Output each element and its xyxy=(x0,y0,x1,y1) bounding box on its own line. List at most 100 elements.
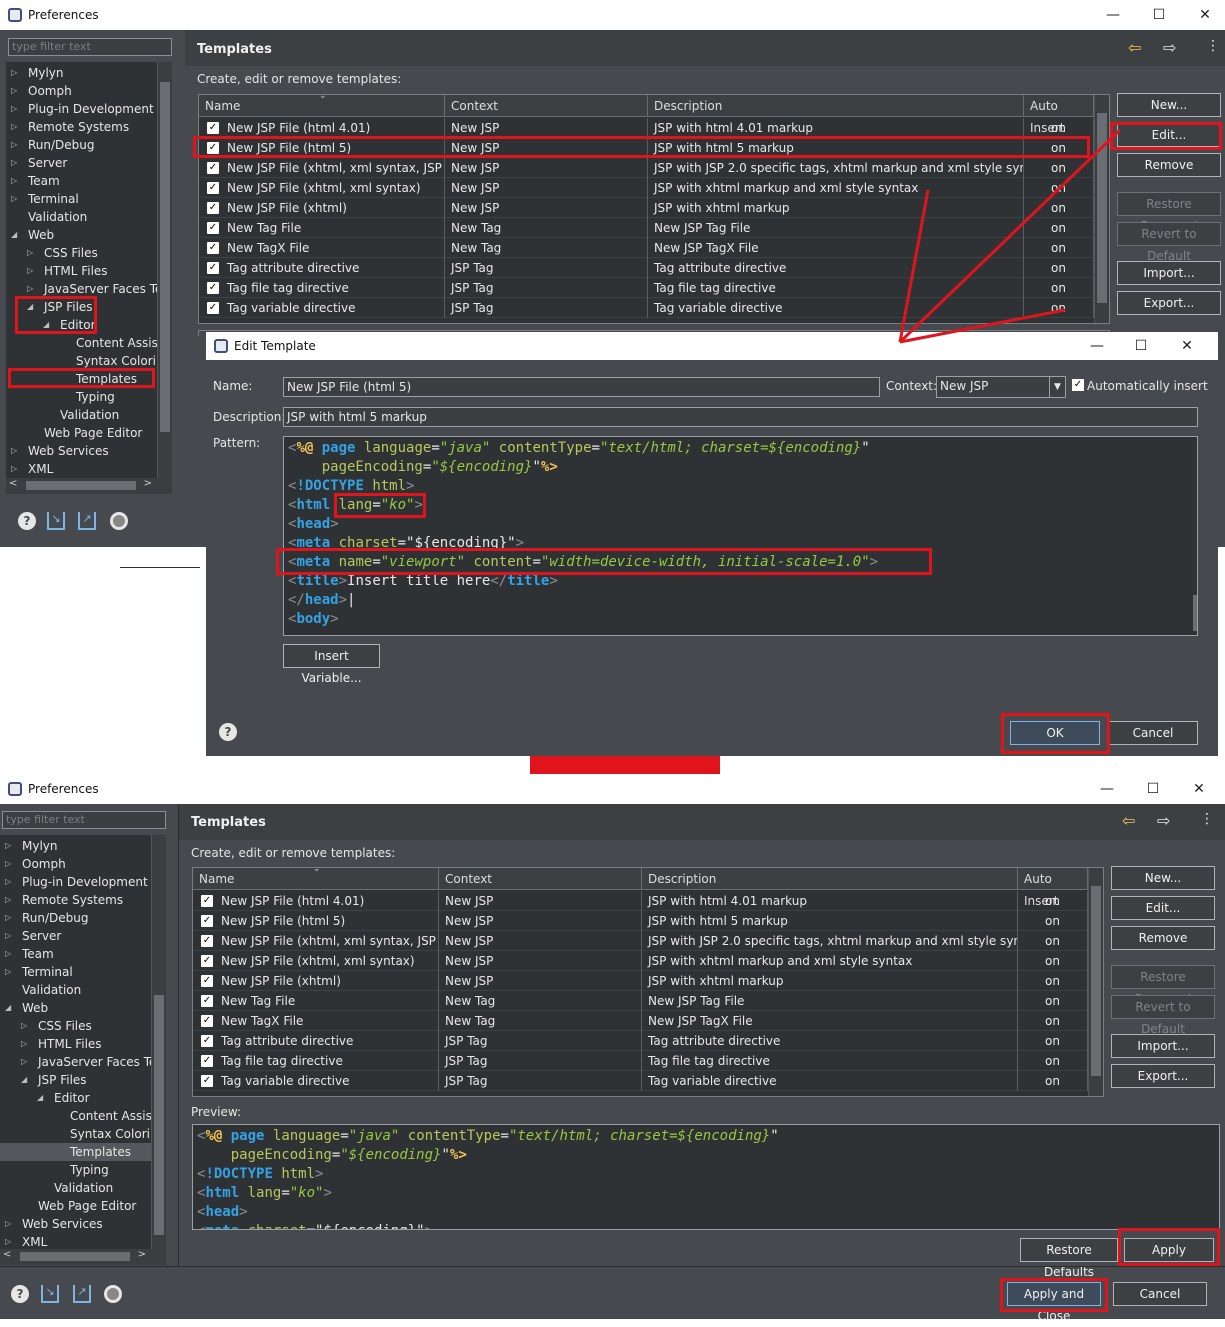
bottom-import-prefs-icon[interactable]: ↘ xyxy=(41,1285,59,1303)
remove-button[interactable]: Remove xyxy=(1117,153,1221,177)
row-checkbox[interactable]: ✓ xyxy=(201,955,213,967)
tree-item[interactable]: ▷ Mylyn xyxy=(0,837,166,855)
table-row[interactable]: ✓ New JSP File (xhtml, xml syntax) New JSP… xyxy=(193,951,1088,971)
tree-item[interactable]: ▷ Terminal xyxy=(6,190,172,208)
tree-item[interactable]: ▷ Terminal xyxy=(0,963,166,981)
top-tree-scrollbar[interactable] xyxy=(157,62,172,478)
minimize-icon[interactable]: — xyxy=(1090,0,1136,30)
name-field[interactable]: New JSP File (html 5) xyxy=(283,377,880,397)
tree-item[interactable]: Syntax Colorin xyxy=(0,1125,166,1143)
tree-item[interactable]: Validation xyxy=(0,981,166,999)
tree-expander-icon[interactable]: ▷ xyxy=(11,118,17,136)
tree-item[interactable]: ▷ HTML Files xyxy=(0,1035,166,1053)
tree-expander-icon[interactable]: ▷ xyxy=(11,442,17,460)
row-checkbox[interactable]: ✓ xyxy=(201,1035,213,1047)
close-icon[interactable]: ✕ xyxy=(1182,0,1225,30)
table-row[interactable]: ✓ New TagX File New Tag New JSP TagX File on xyxy=(193,1011,1088,1031)
tree-item[interactable]: ▷ XML xyxy=(6,460,172,478)
tree-expander-icon[interactable]: ▷ xyxy=(27,262,33,280)
tree-item[interactable]: ▷ Web Services xyxy=(6,442,172,460)
export-button[interactable]: Export... xyxy=(1111,1064,1215,1088)
tree-item[interactable]: ▷ Oomph xyxy=(0,855,166,873)
row-checkbox[interactable]: ✓ xyxy=(207,202,219,214)
tree-item[interactable]: Content Assist xyxy=(6,334,172,352)
tree-expander-icon[interactable]: ◢ xyxy=(11,226,17,244)
dialog-help-icon[interactable]: ? xyxy=(219,723,237,741)
bottom-export-prefs-icon[interactable]: ↗ xyxy=(73,1285,91,1303)
tree-expander-icon[interactable]: ▷ xyxy=(5,927,11,945)
tree-expander-icon[interactable]: ▷ xyxy=(5,909,11,927)
row-checkbox[interactable]: ✓ xyxy=(207,142,219,154)
column-header[interactable]: Context xyxy=(439,868,642,890)
revert-to-default-button[interactable]: Revert to Default xyxy=(1117,222,1221,263)
table-scrollbar[interactable] xyxy=(1088,868,1103,1096)
tree-item[interactable]: Web Page Editor xyxy=(0,1197,166,1215)
tree-item[interactable]: ▷ CSS Files xyxy=(0,1017,166,1035)
tree-item[interactable]: Validation xyxy=(6,406,172,424)
tree-item[interactable]: ▷ Run/Debug xyxy=(0,909,166,927)
tree-item[interactable]: Typing xyxy=(6,388,172,406)
revert-to-default-button[interactable]: Revert to Default xyxy=(1111,995,1215,1036)
tree-item[interactable]: Validation xyxy=(0,1179,166,1197)
table-row[interactable]: ✓ Tag attribute directive JSP Tag Tag attri… xyxy=(193,1031,1088,1051)
bottom-record-icon[interactable] xyxy=(104,1285,122,1303)
tree-expander-icon[interactable]: ▷ xyxy=(5,837,11,855)
column-header[interactable]: Context xyxy=(445,95,648,117)
row-checkbox[interactable]: ✓ xyxy=(207,242,219,254)
column-header[interactable]: Auto Insert xyxy=(1024,95,1094,135)
tree-expander-icon[interactable]: ▷ xyxy=(11,154,17,172)
context-select[interactable]: New JSP ▼ xyxy=(936,376,1066,398)
tree-item[interactable]: Templates xyxy=(6,370,172,388)
tree-item[interactable]: Web Page Editor xyxy=(6,424,172,442)
row-checkbox[interactable]: ✓ xyxy=(201,915,213,927)
tree-expander-icon[interactable]: ◢ xyxy=(27,298,33,316)
tree-item[interactable]: Validation xyxy=(6,208,172,226)
row-checkbox[interactable]: ✓ xyxy=(201,1015,213,1027)
bottom-minimize-icon[interactable]: — xyxy=(1084,774,1130,804)
dialog-close-icon[interactable]: ✕ xyxy=(1164,332,1210,360)
row-checkbox[interactable]: ✓ xyxy=(201,975,213,987)
tree-item[interactable]: Typing xyxy=(0,1161,166,1179)
remove-button[interactable]: Remove xyxy=(1111,926,1215,950)
tree-item[interactable]: ▷ Server xyxy=(0,927,166,945)
tree-item[interactable]: ▷ Server xyxy=(6,154,172,172)
bottom-close-icon[interactable]: ✕ xyxy=(1176,774,1222,804)
tree-item[interactable]: ▷ Plug-in Development xyxy=(6,100,172,118)
tree-item[interactable]: ◢ JSP Files xyxy=(0,1071,166,1089)
tree-expander-icon[interactable]: ▷ xyxy=(21,1017,27,1035)
bottom-help-icon[interactable]: ? xyxy=(11,1285,29,1303)
tree-item[interactable]: ◢ JSP Files xyxy=(6,298,172,316)
tree-expander-icon[interactable]: ▷ xyxy=(11,82,17,100)
tree-expander-icon[interactable]: ▷ xyxy=(27,280,33,298)
tree-item[interactable]: ▷ Plug-in Development xyxy=(0,873,166,891)
row-checkbox[interactable]: ✓ xyxy=(201,995,213,1007)
export-button[interactable]: Export... xyxy=(1117,291,1221,315)
table-row[interactable]: ✓ New Tag File New Tag New JSP Tag File on xyxy=(193,991,1088,1011)
top-tree-hscroll[interactable]: < > xyxy=(6,478,172,494)
new-button[interactable]: New... xyxy=(1117,93,1221,117)
dialog-cancel-button[interactable]: Cancel xyxy=(1108,721,1198,745)
tree-expander-icon[interactable]: ▷ xyxy=(11,190,17,208)
tree-item[interactable]: Syntax Colorin xyxy=(6,352,172,370)
tree-item[interactable]: ▷ Oomph xyxy=(6,82,172,100)
tree-expander-icon[interactable]: ▷ xyxy=(11,64,17,82)
row-checkbox[interactable]: ✓ xyxy=(207,302,219,314)
tree-expander-icon[interactable]: ▷ xyxy=(5,963,11,981)
help-icon[interactable]: ? xyxy=(18,512,36,530)
row-checkbox[interactable]: ✓ xyxy=(201,935,213,947)
tree-item[interactable]: ▷ HTML Files xyxy=(6,262,172,280)
restore-removed-button[interactable]: Restore Removed xyxy=(1117,192,1221,233)
apply-and-close-button[interactable]: Apply and Close xyxy=(1007,1282,1101,1323)
record-icon[interactable] xyxy=(110,512,128,530)
back-nav-icon[interactable]: ⇦ xyxy=(1128,38,1141,57)
description-field[interactable]: JSP with html 5 markup xyxy=(283,407,1198,427)
tree-item[interactable]: ◢ Editor xyxy=(0,1089,166,1107)
edit-button[interactable]: Edit... xyxy=(1111,896,1215,920)
tree-expander-icon[interactable]: ▷ xyxy=(11,460,17,478)
bottom-back-nav-icon[interactable]: ⇦ xyxy=(1122,811,1135,830)
row-checkbox[interactable]: ✓ xyxy=(201,1055,213,1067)
tree-expander-icon[interactable]: ▷ xyxy=(11,172,17,190)
bottom-forward-nav-icon[interactable]: ⇨ xyxy=(1157,811,1170,830)
export-prefs-icon[interactable]: ↗ xyxy=(78,512,96,530)
row-checkbox[interactable]: ✓ xyxy=(207,282,219,294)
